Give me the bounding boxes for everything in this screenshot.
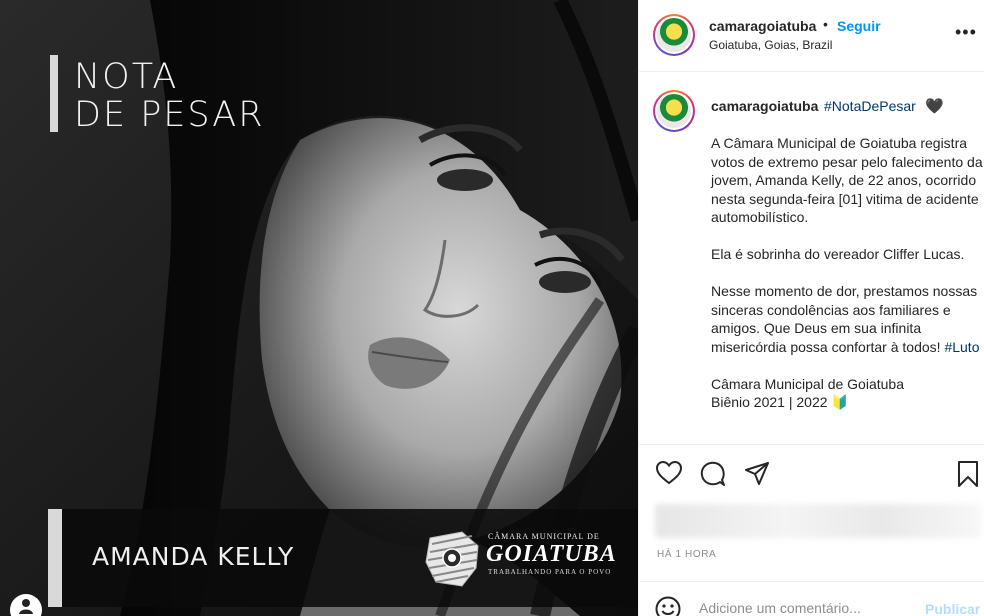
image-title-line1: NOTA xyxy=(74,57,179,97)
header-username[interactable]: camaragoiatuba xyxy=(709,18,816,34)
deceased-name: AMANDA KELLY xyxy=(92,542,295,571)
heart-icon[interactable] xyxy=(656,461,682,485)
comment-icon[interactable] xyxy=(700,461,726,487)
name-band-accent xyxy=(48,509,62,607)
caption-paragraph1: A Câmara Municipal de Goiatuba registra … xyxy=(711,135,983,225)
comment-bar: Publicar xyxy=(639,581,984,616)
publish-button[interactable]: Publicar xyxy=(925,601,980,616)
logo-line3: TRABALHANDO PARA O POVO xyxy=(488,568,612,576)
black-heart-emoji: 🖤 xyxy=(925,98,944,115)
title-accent-bar xyxy=(50,55,58,132)
logo-line1: CÂMARA MUNICIPAL DE xyxy=(488,532,600,541)
image-title: NOTA DE PESAR xyxy=(74,58,265,134)
bookmark-icon[interactable] xyxy=(957,461,979,487)
caption-text: A Câmara Municipal de Goiatuba registra … xyxy=(711,134,984,412)
post-image[interactable]: NOTA DE PESAR AMANDA KELLY CÂMARA MUNICI… xyxy=(0,0,638,616)
camara-logo: CÂMARA MUNICIPAL DE GOIATUBA TRABALHANDO… xyxy=(418,524,616,594)
likes-blurred xyxy=(655,504,981,538)
post-sidebar: camaragoiatuba • Seguir Goiatuba, Goias,… xyxy=(638,0,984,616)
user-silhouette-icon xyxy=(19,599,33,614)
map-seal-icon xyxy=(425,531,479,587)
more-options-icon[interactable]: ••• xyxy=(955,22,977,43)
beginner-emoji: 🔰 xyxy=(831,394,849,410)
action-bar xyxy=(639,444,984,504)
caption-signature1: Câmara Municipal de Goiatuba xyxy=(711,375,904,392)
caption-paragraph2: Ela é sobrinha do vereador Cliffer Lucas… xyxy=(711,246,965,262)
caption-paragraph3: Nesse momento de dor, prestamos nossas s… xyxy=(711,283,978,355)
caption-signature2: Biênio 2021 | 2022 xyxy=(711,394,828,410)
emoji-icon[interactable] xyxy=(655,596,681,616)
post-header: camaragoiatuba • Seguir Goiatuba, Goias,… xyxy=(639,0,984,72)
caption-area: camaragoiatuba #NotaDePesar 🖤 A Câmara M… xyxy=(639,72,984,444)
location-link[interactable]: Goiatuba, Goias, Brazil xyxy=(709,38,832,52)
hashtag-luto[interactable]: #Luto xyxy=(944,339,979,355)
caption-avatar[interactable] xyxy=(653,90,695,132)
post-timestamp[interactable]: HÁ 1 HORA xyxy=(657,549,716,560)
caption-username[interactable]: camaragoiatuba xyxy=(711,98,818,114)
image-title-line2: DE PESAR xyxy=(74,95,265,135)
follow-button[interactable]: Seguir xyxy=(837,18,881,34)
share-icon[interactable] xyxy=(744,461,770,487)
hashtag-notadepesar[interactable]: #NotaDePesar xyxy=(824,98,916,114)
comment-input[interactable] xyxy=(699,599,909,616)
header-separator: • xyxy=(823,16,828,32)
logo-line2: GOIATUBA xyxy=(486,541,617,567)
profile-avatar[interactable] xyxy=(653,14,695,56)
